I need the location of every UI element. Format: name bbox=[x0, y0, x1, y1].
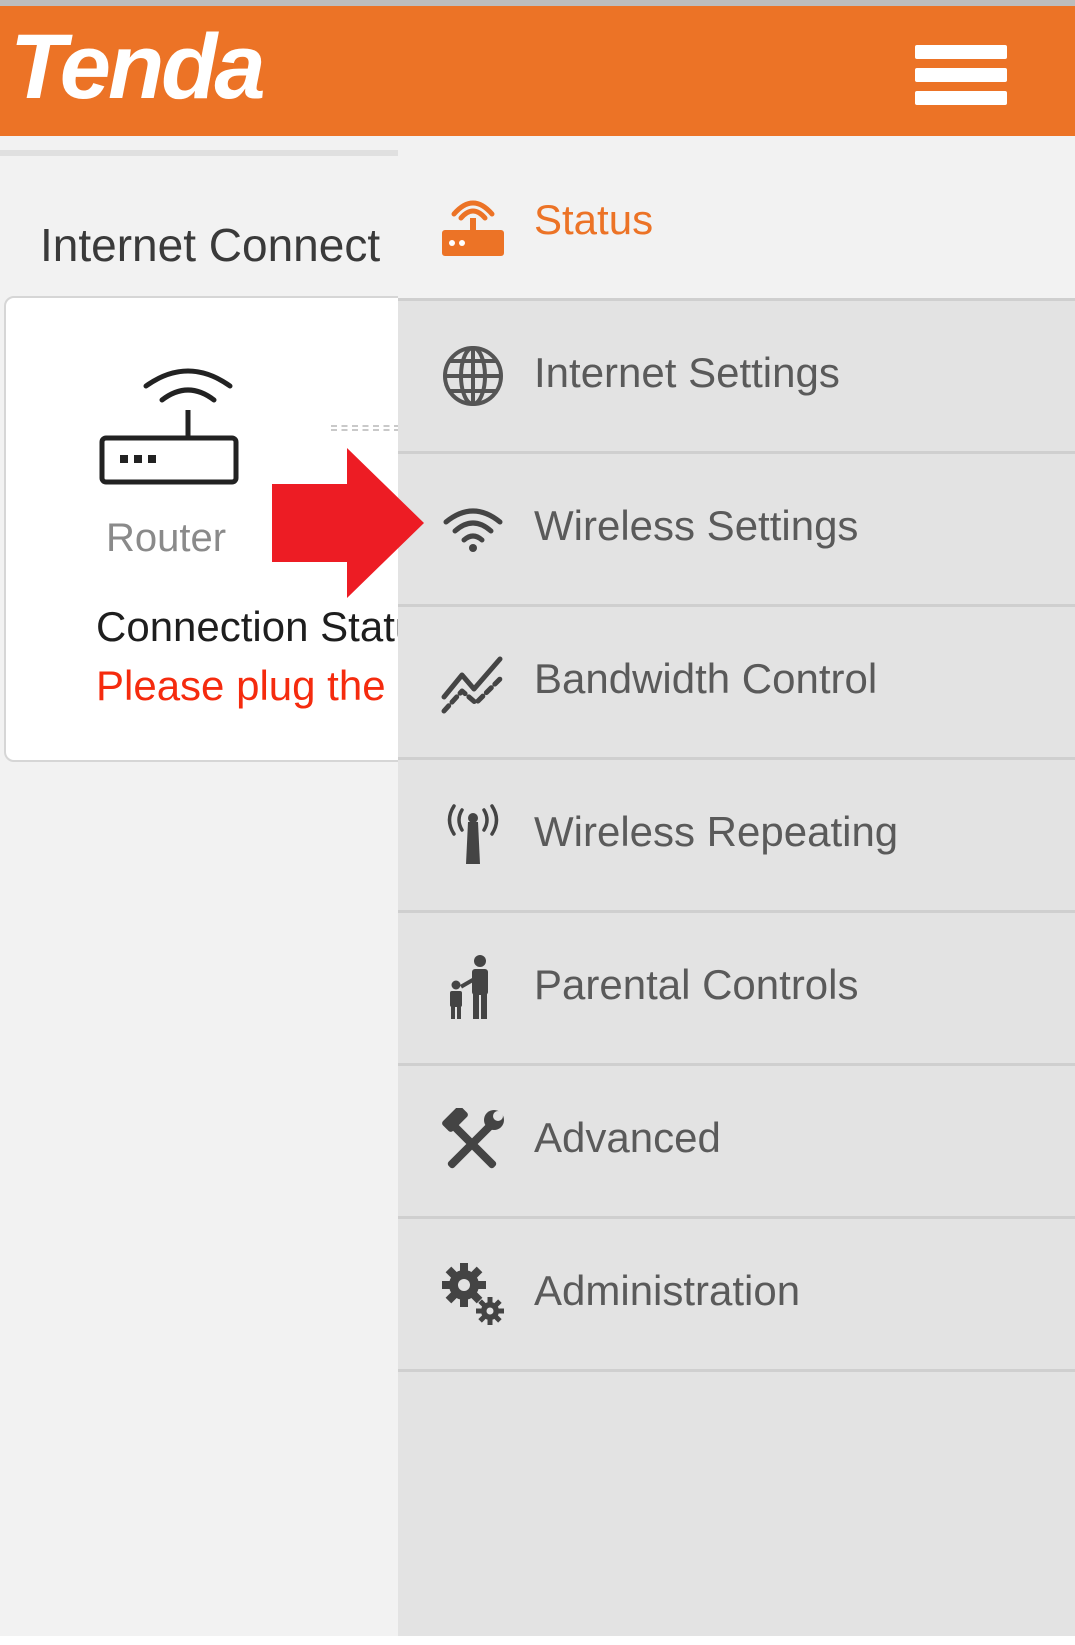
hamburger-line bbox=[915, 45, 1007, 59]
gears-icon bbox=[442, 1263, 504, 1325]
menu-item-internet-settings[interactable]: Internet Settings bbox=[398, 301, 1075, 454]
tenda-logo[interactable]: Tenda bbox=[8, 16, 368, 116]
page-divider bbox=[0, 150, 400, 156]
menu-item-administration[interactable]: Administration bbox=[398, 1219, 1075, 1372]
red-arrow-icon bbox=[272, 448, 424, 598]
page-title: Internet Connect bbox=[40, 219, 381, 271]
menu-label: Bandwidth Control bbox=[534, 655, 878, 702]
wifi-icon bbox=[443, 508, 503, 552]
nav-menu: Status Internet Settings Wireless Settin… bbox=[398, 148, 1075, 1645]
hamburger-line bbox=[915, 68, 1007, 82]
menu-label: Internet Settings bbox=[534, 349, 840, 396]
antenna-icon bbox=[447, 804, 499, 864]
router-label: Router bbox=[106, 516, 227, 560]
parent-child-icon bbox=[450, 955, 488, 1019]
menu-label: Parental Controls bbox=[534, 961, 859, 1008]
bottom-border bbox=[0, 1636, 1075, 1645]
globe-icon bbox=[443, 346, 503, 406]
menu-label: Administration bbox=[534, 1267, 801, 1314]
hamburger-menu-icon[interactable] bbox=[915, 39, 1007, 111]
menu-label: Wireless Repeating bbox=[534, 808, 899, 855]
svg-text:Tenda: Tenda bbox=[10, 16, 263, 116]
menu-item-parental-controls[interactable]: Parental Controls bbox=[398, 913, 1075, 1066]
menu-item-advanced[interactable]: Advanced bbox=[398, 1066, 1075, 1219]
menu-item-bandwidth-control[interactable]: Bandwidth Control bbox=[398, 607, 1075, 760]
connection-error-text: Please plug the I bbox=[96, 662, 409, 709]
header-bar: Tenda bbox=[0, 6, 1075, 136]
hamburger-line bbox=[915, 91, 1007, 105]
tools-icon bbox=[442, 1108, 504, 1169]
connection-status-label: Connection Statu bbox=[96, 603, 419, 650]
menu-label: Advanced bbox=[534, 1114, 721, 1161]
menu-item-wireless-repeating[interactable]: Wireless Repeating bbox=[398, 760, 1075, 913]
menu-label: Wireless Settings bbox=[534, 502, 859, 549]
menu-item-status[interactable]: Status bbox=[398, 148, 1075, 301]
menu-item-wireless-settings[interactable]: Wireless Settings bbox=[398, 454, 1075, 607]
router-icon bbox=[99, 368, 239, 485]
bandwidth-chart-icon bbox=[441, 656, 503, 714]
app-frame: Tenda Internet Connect Router Connection… bbox=[0, 0, 1075, 1645]
menu-label: Status bbox=[534, 196, 654, 243]
router-status-icon bbox=[442, 200, 504, 256]
